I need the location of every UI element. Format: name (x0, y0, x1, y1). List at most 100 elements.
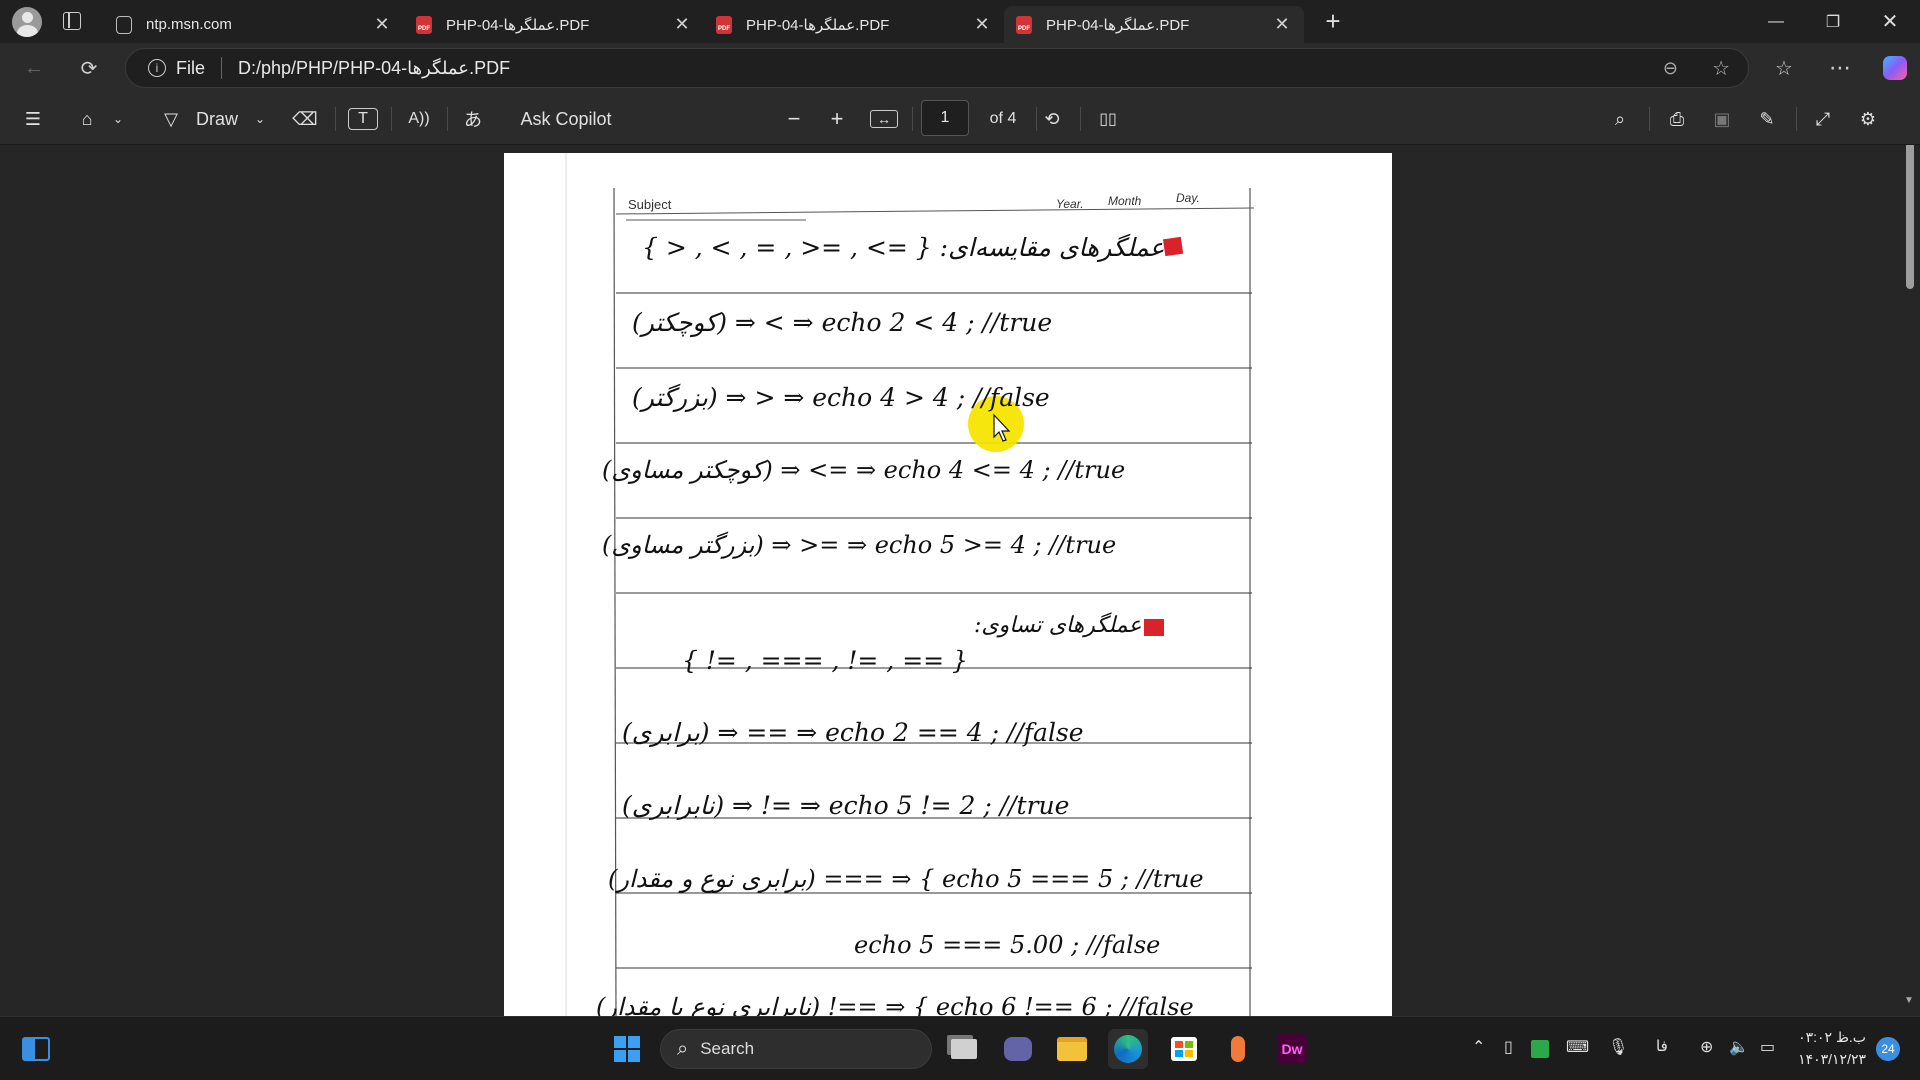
edge-browser-icon[interactable] (1108, 1029, 1148, 1069)
url-text[interactable]: D:/php/PHP/PHP-04-عملگرها.PDF (238, 58, 510, 79)
zoom-in-button[interactable]: + (823, 103, 851, 135)
minimize-button[interactable]: — (1748, 0, 1804, 43)
highlight-icon[interactable]: ⌂ (72, 103, 102, 135)
msn-icon (116, 15, 132, 34)
close-tab-icon[interactable]: ✕ (1272, 14, 1292, 35)
pdf-icon: PDF (1016, 15, 1032, 34)
close-tab-icon[interactable]: ✕ (372, 14, 392, 35)
address-row: ← ⟳ i File D:/php/PHP/PHP-04-عملگرها.PDF… (0, 43, 1920, 93)
favorite-star-icon[interactable]: ☆ (1712, 56, 1730, 81)
fit-to-width-icon[interactable]: ↔ (870, 110, 898, 128)
toolbar-divider (1796, 107, 1797, 131)
pdf-page: Subject Year. Month Day. { > , < , = , >… (504, 153, 1392, 1016)
start-windows-icon[interactable] (607, 1029, 647, 1069)
highlight-chevron-down-icon[interactable]: ⌄ (108, 103, 128, 135)
more-options-icon[interactable]: ⋯ (1823, 51, 1857, 85)
taskbar: ⌕ Search Dw ⌃ ▯ ⌨ 🎙 فا ⊕ 🔈 ▭ ۰۳:۰۲ ب.ظ ۱… (0, 1016, 1920, 1080)
address-bar[interactable]: i File D:/php/PHP/PHP-04-عملگرها.PDF ⊖ ☆ (125, 48, 1749, 88)
close-window-button[interactable]: ✕ (1862, 0, 1918, 43)
back-button[interactable]: ← (17, 51, 51, 85)
tab-actions-icon[interactable] (63, 12, 81, 30)
ask-copilot-button[interactable]: Ask Copilot (516, 103, 616, 135)
taskbar-search-box[interactable]: ⌕ Search (660, 1029, 932, 1069)
toolbar-divider (912, 107, 913, 131)
search-icon[interactable]: ⌕ (1605, 103, 1635, 135)
handwritten-line: echo 5 === 5.00 ; //false (854, 931, 1161, 959)
vertical-scrollbar[interactable]: ▲ ▼ (1900, 145, 1920, 1016)
teams-chat-icon[interactable] (998, 1029, 1038, 1069)
page-view-icon[interactable]: ▯▯ (1093, 103, 1123, 135)
battery-icon[interactable]: ▭ (1760, 1037, 1775, 1057)
section-heading: :عملگرهای تساوی (974, 613, 1142, 638)
usb-device-icon[interactable]: ▯ (1504, 1037, 1513, 1057)
print-icon[interactable]: ⎙ (1662, 103, 1692, 135)
app-tray-icon[interactable] (1531, 1040, 1549, 1058)
tab-pdf-2[interactable]: PDF PHP-04-عملگرها.PDF ✕ (704, 6, 1004, 43)
tab-title: PHP-04-عملگرها.PDF (446, 16, 590, 34)
handwritten-line: { > , < , = , >= , <= } :عملگرهای مقایسه… (642, 233, 1165, 262)
read-aloud-icon[interactable]: A)) (404, 103, 434, 135)
page-number-input[interactable] (921, 100, 969, 136)
clock-time[interactable]: ۰۳:۰۲ ب.ظ (1796, 1029, 1866, 1046)
copilot-icon[interactable] (1878, 51, 1912, 85)
microsoft-store-icon[interactable] (1164, 1029, 1204, 1069)
year-label: Year. (1056, 197, 1084, 211)
new-tab-button[interactable]: + (1318, 6, 1348, 36)
tab-title: PHP-04-عملگرها.PDF (1046, 16, 1190, 34)
notification-badge[interactable]: 24 (1876, 1037, 1900, 1061)
translate-icon[interactable]: あ (458, 103, 488, 135)
close-tab-icon[interactable]: ✕ (672, 14, 692, 35)
voice-recorder-icon[interactable] (1218, 1029, 1258, 1069)
widgets-icon[interactable] (16, 1029, 56, 1069)
pdf-viewer[interactable]: Subject Year. Month Day. { > , < , = , >… (0, 145, 1920, 1016)
draw-chevron-down-icon[interactable]: ⌄ (250, 103, 270, 135)
task-view-icon[interactable] (944, 1029, 984, 1069)
handwritten-line: (کوچکتر) ⇒ < ⇒ echo 2 < 4 ; //true (632, 308, 1053, 337)
zoom-out-icon[interactable]: ⊖ (1663, 58, 1678, 79)
input-language[interactable]: فا (1656, 1037, 1668, 1055)
dreamweaver-icon[interactable]: Dw (1272, 1029, 1312, 1069)
erase-icon[interactable]: ⌫ (290, 103, 320, 135)
draw-icon[interactable]: ▽ (156, 103, 186, 135)
refresh-button[interactable]: ⟳ (72, 51, 106, 85)
file-scheme-label: File (176, 57, 206, 78)
tab-pdf-1[interactable]: PDF PHP-04-عملگرها.PDF ✕ (404, 6, 704, 43)
toolbar-divider (1649, 107, 1650, 131)
tab-msn[interactable]: ntp.msn.com ✕ (104, 6, 404, 43)
save-icon[interactable]: ▣ (1707, 103, 1737, 135)
full-screen-icon[interactable]: ⤢ (1808, 103, 1838, 135)
clock-date[interactable]: ۱۴۰۳/۱۲/۲۳ (1796, 1051, 1866, 1068)
keyboard-icon[interactable]: ⌨ (1566, 1037, 1589, 1057)
pdf-icon: PDF (716, 15, 732, 34)
table-of-contents-icon[interactable]: ☰ (16, 103, 50, 135)
tab-pdf-active[interactable]: PDF PHP-04-عملگرها.PDF ✕ (1004, 6, 1304, 43)
info-icon[interactable]: i (148, 59, 166, 77)
profile-avatar[interactable] (12, 7, 42, 37)
restore-button[interactable]: ❐ (1805, 0, 1861, 43)
handwritten-line: (برابری نوع و مقدار) === ⇒ { echo 5 === … (608, 865, 1204, 893)
scrollbar-thumb[interactable] (1906, 145, 1914, 289)
zoom-out-button[interactable]: − (780, 103, 808, 135)
file-explorer-icon[interactable] (1052, 1029, 1092, 1069)
handwritten-line: (بزرگتر مساوی) ⇒ >= ⇒ echo 5 >= 4 ; //tr… (602, 531, 1117, 559)
handwritten-line: (کوچکتر مساوی) ⇒ <= ⇒ echo 4 <= 4 ; //tr… (602, 456, 1126, 484)
scroll-down-icon[interactable]: ▼ (1904, 995, 1914, 1006)
toolbar-divider (335, 107, 336, 131)
pdf-toolbar: ☰ ⌂ ⌄ ▽ Draw ⌄ ⌫ T A)) あ Ask Copilot − +… (0, 93, 1920, 145)
microphone-icon[interactable]: 🎙 (1608, 1037, 1628, 1057)
volume-icon[interactable]: 🔈 (1729, 1037, 1749, 1057)
save-as-icon[interactable]: ✎ (1752, 103, 1782, 135)
rotate-icon[interactable]: ⟲ (1037, 103, 1067, 135)
tab-title: ntp.msn.com (146, 16, 232, 33)
tab-strip: ntp.msn.com ✕ PDF PHP-04-عملگرها.PDF ✕ P… (0, 0, 1920, 43)
favorites-icon[interactable]: ☆ (1767, 51, 1801, 85)
settings-gear-icon[interactable]: ⚙ (1853, 103, 1883, 135)
address-divider (221, 57, 223, 79)
draw-button[interactable]: Draw (192, 103, 242, 135)
handwritten-line: (بزرگتر) ⇒ > ⇒ echo 4 > 4 ; //false (632, 383, 1050, 412)
add-text-icon[interactable]: T (348, 108, 378, 130)
network-globe-icon[interactable]: ⊕ (1700, 1037, 1713, 1057)
close-tab-icon[interactable]: ✕ (972, 14, 992, 35)
handwritten-line: (برابری) ⇒ == ⇒ echo 2 == 4 ; //false (622, 718, 1084, 747)
show-hidden-icons-chevron[interactable]: ⌃ (1472, 1037, 1485, 1057)
